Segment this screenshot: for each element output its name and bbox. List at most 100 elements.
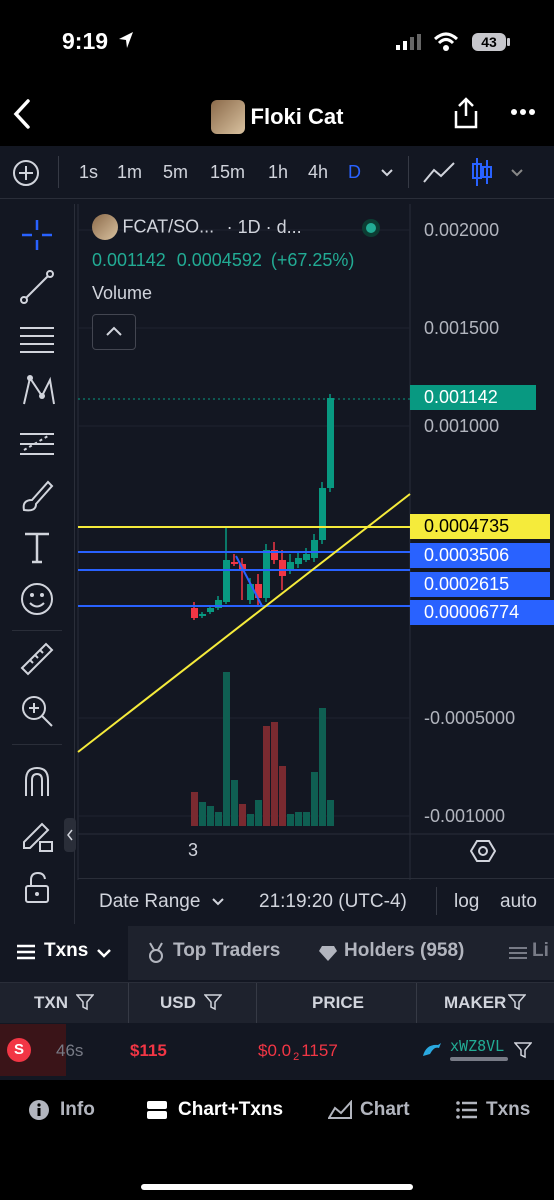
table-row[interactable]: S 46s $115 $0.0 2 1157 xWZ8VL	[0, 1024, 554, 1076]
line-chart-icon[interactable]	[422, 160, 456, 184]
y-tick: 0.001500	[424, 318, 500, 338]
nav-info[interactable]: Info	[28, 1080, 128, 1140]
price-chart[interactable]	[0, 204, 554, 880]
tf-1m[interactable]: 1m	[117, 162, 142, 183]
candles-icon[interactable]	[470, 156, 494, 188]
col-usd: USD	[160, 993, 196, 1012]
volume-bar	[327, 800, 334, 826]
volume-bar	[231, 780, 238, 826]
maker-address[interactable]: xWZ8VL	[450, 1037, 504, 1055]
trendline	[77, 493, 411, 753]
filter-icon[interactable]	[76, 993, 94, 1011]
candle-body	[279, 560, 286, 576]
tab-holders[interactable]: Holders (958)	[344, 940, 464, 962]
tab-label: Txns	[44, 940, 89, 961]
list-icon	[17, 944, 35, 960]
tf-1h[interactable]: 1h	[268, 162, 288, 183]
timeframe-bar: 1s 1m 5m 15m 1h 4h D	[0, 146, 554, 199]
volume-bar	[319, 708, 326, 826]
collapse-legend-button[interactable]	[92, 314, 136, 350]
maker-balance-bar	[450, 1057, 508, 1061]
volume-bar	[263, 726, 270, 826]
more-icon[interactable]	[510, 108, 536, 116]
chevron-down-icon[interactable]	[211, 897, 225, 907]
medal-icon	[149, 942, 163, 963]
change-pct: (+67.25%)	[270, 250, 355, 270]
candle-body	[287, 562, 294, 570]
auto-toggle[interactable]: auto	[500, 891, 537, 913]
price-digits: 1157	[301, 1041, 338, 1060]
price-tag-last: 0.001142	[410, 385, 536, 410]
divider	[416, 983, 417, 1023]
nav-txns[interactable]: Txns	[456, 1080, 546, 1140]
tf-5m[interactable]: 5m	[163, 162, 188, 183]
tf-15m[interactable]: 15m	[210, 162, 245, 183]
txn-age: 46s	[56, 1041, 84, 1060]
divider	[408, 156, 409, 188]
col-txn: TXN	[34, 993, 68, 1012]
volume-bar	[279, 766, 286, 826]
price-prefix: $0.0	[258, 1041, 292, 1060]
volume-bar	[255, 800, 262, 826]
tf-1s[interactable]: 1s	[79, 162, 98, 183]
change-abs: 0.0004592	[176, 250, 262, 270]
symbol-label: FCAT/SO...	[122, 216, 215, 237]
candle-body	[319, 488, 326, 540]
nav-label: Chart+Txns	[178, 1099, 284, 1120]
date-range-button[interactable]: Date Range	[99, 891, 200, 913]
area-chart-icon	[328, 1100, 352, 1119]
signal-icon	[396, 34, 421, 50]
divider	[58, 156, 59, 188]
filter-icon[interactable]	[514, 1041, 532, 1059]
add-indicator-icon[interactable]	[12, 159, 40, 187]
volume-bar	[223, 672, 230, 826]
dolphin-icon	[423, 1043, 441, 1056]
price-tag-blue-1: 0.0003506	[410, 543, 550, 568]
location-icon	[119, 32, 133, 48]
y-tick: -0.0005000	[424, 708, 516, 728]
chevron-down-icon[interactable]	[380, 168, 394, 178]
volume-bar	[239, 804, 246, 826]
y-tick: 0.001000	[424, 416, 500, 436]
volume-bar	[271, 722, 278, 826]
nav-label: Info	[60, 1099, 95, 1120]
tab-txns[interactable]: Txns	[0, 926, 128, 980]
filter-icon[interactable]	[204, 993, 222, 1011]
ohlc-values: 0.001142 0.0004592 (+67.25%)	[92, 250, 354, 271]
col-maker: MAKER	[444, 993, 507, 1012]
settings-hex-icon[interactable]	[470, 838, 496, 864]
tab-top-traders[interactable]: Top Traders	[173, 940, 280, 962]
tf-4h[interactable]: 4h	[308, 162, 328, 183]
tf-d[interactable]: D	[348, 162, 361, 183]
nav-chart[interactable]: Chart	[328, 1080, 428, 1140]
share-icon[interactable]	[452, 96, 480, 130]
token-name: Floki Cat	[250, 104, 344, 129]
candle-body	[207, 608, 214, 612]
tab-liquidity[interactable]: Li	[532, 940, 549, 962]
price-tag-blue-3: 0.00006774	[410, 600, 554, 625]
status-bar: 9:19 43	[0, 0, 554, 82]
log-toggle[interactable]: log	[454, 891, 479, 913]
home-indicator	[141, 1184, 413, 1190]
liquidity-icon	[509, 947, 527, 959]
y-tick: -0.001000	[424, 806, 506, 826]
diamond-icon	[319, 946, 337, 961]
volume-bar	[215, 812, 222, 826]
txn-usd: $115	[130, 1041, 167, 1060]
nav-chart-txns[interactable]: Chart+Txns	[146, 1080, 296, 1140]
volume-bar	[199, 802, 206, 826]
volume-bar	[247, 814, 254, 826]
price-zero-count: 2	[293, 1051, 300, 1064]
price-tag-yellow: 0.0004735	[410, 514, 550, 539]
filter-icon[interactable]	[508, 993, 526, 1011]
candle-body	[295, 558, 302, 564]
candle-body	[303, 554, 310, 560]
clock-label: 21:19:20 (UTC-4)	[259, 891, 407, 912]
chart-txns-icon	[147, 1101, 167, 1119]
interval-label: · 1D · d...	[226, 216, 302, 237]
candle-body	[263, 550, 270, 598]
chevron-down-icon[interactable]	[510, 168, 524, 178]
volume-bar	[207, 806, 214, 826]
x-tick: 3	[188, 840, 199, 860]
status-time: 9:19	[62, 28, 109, 54]
